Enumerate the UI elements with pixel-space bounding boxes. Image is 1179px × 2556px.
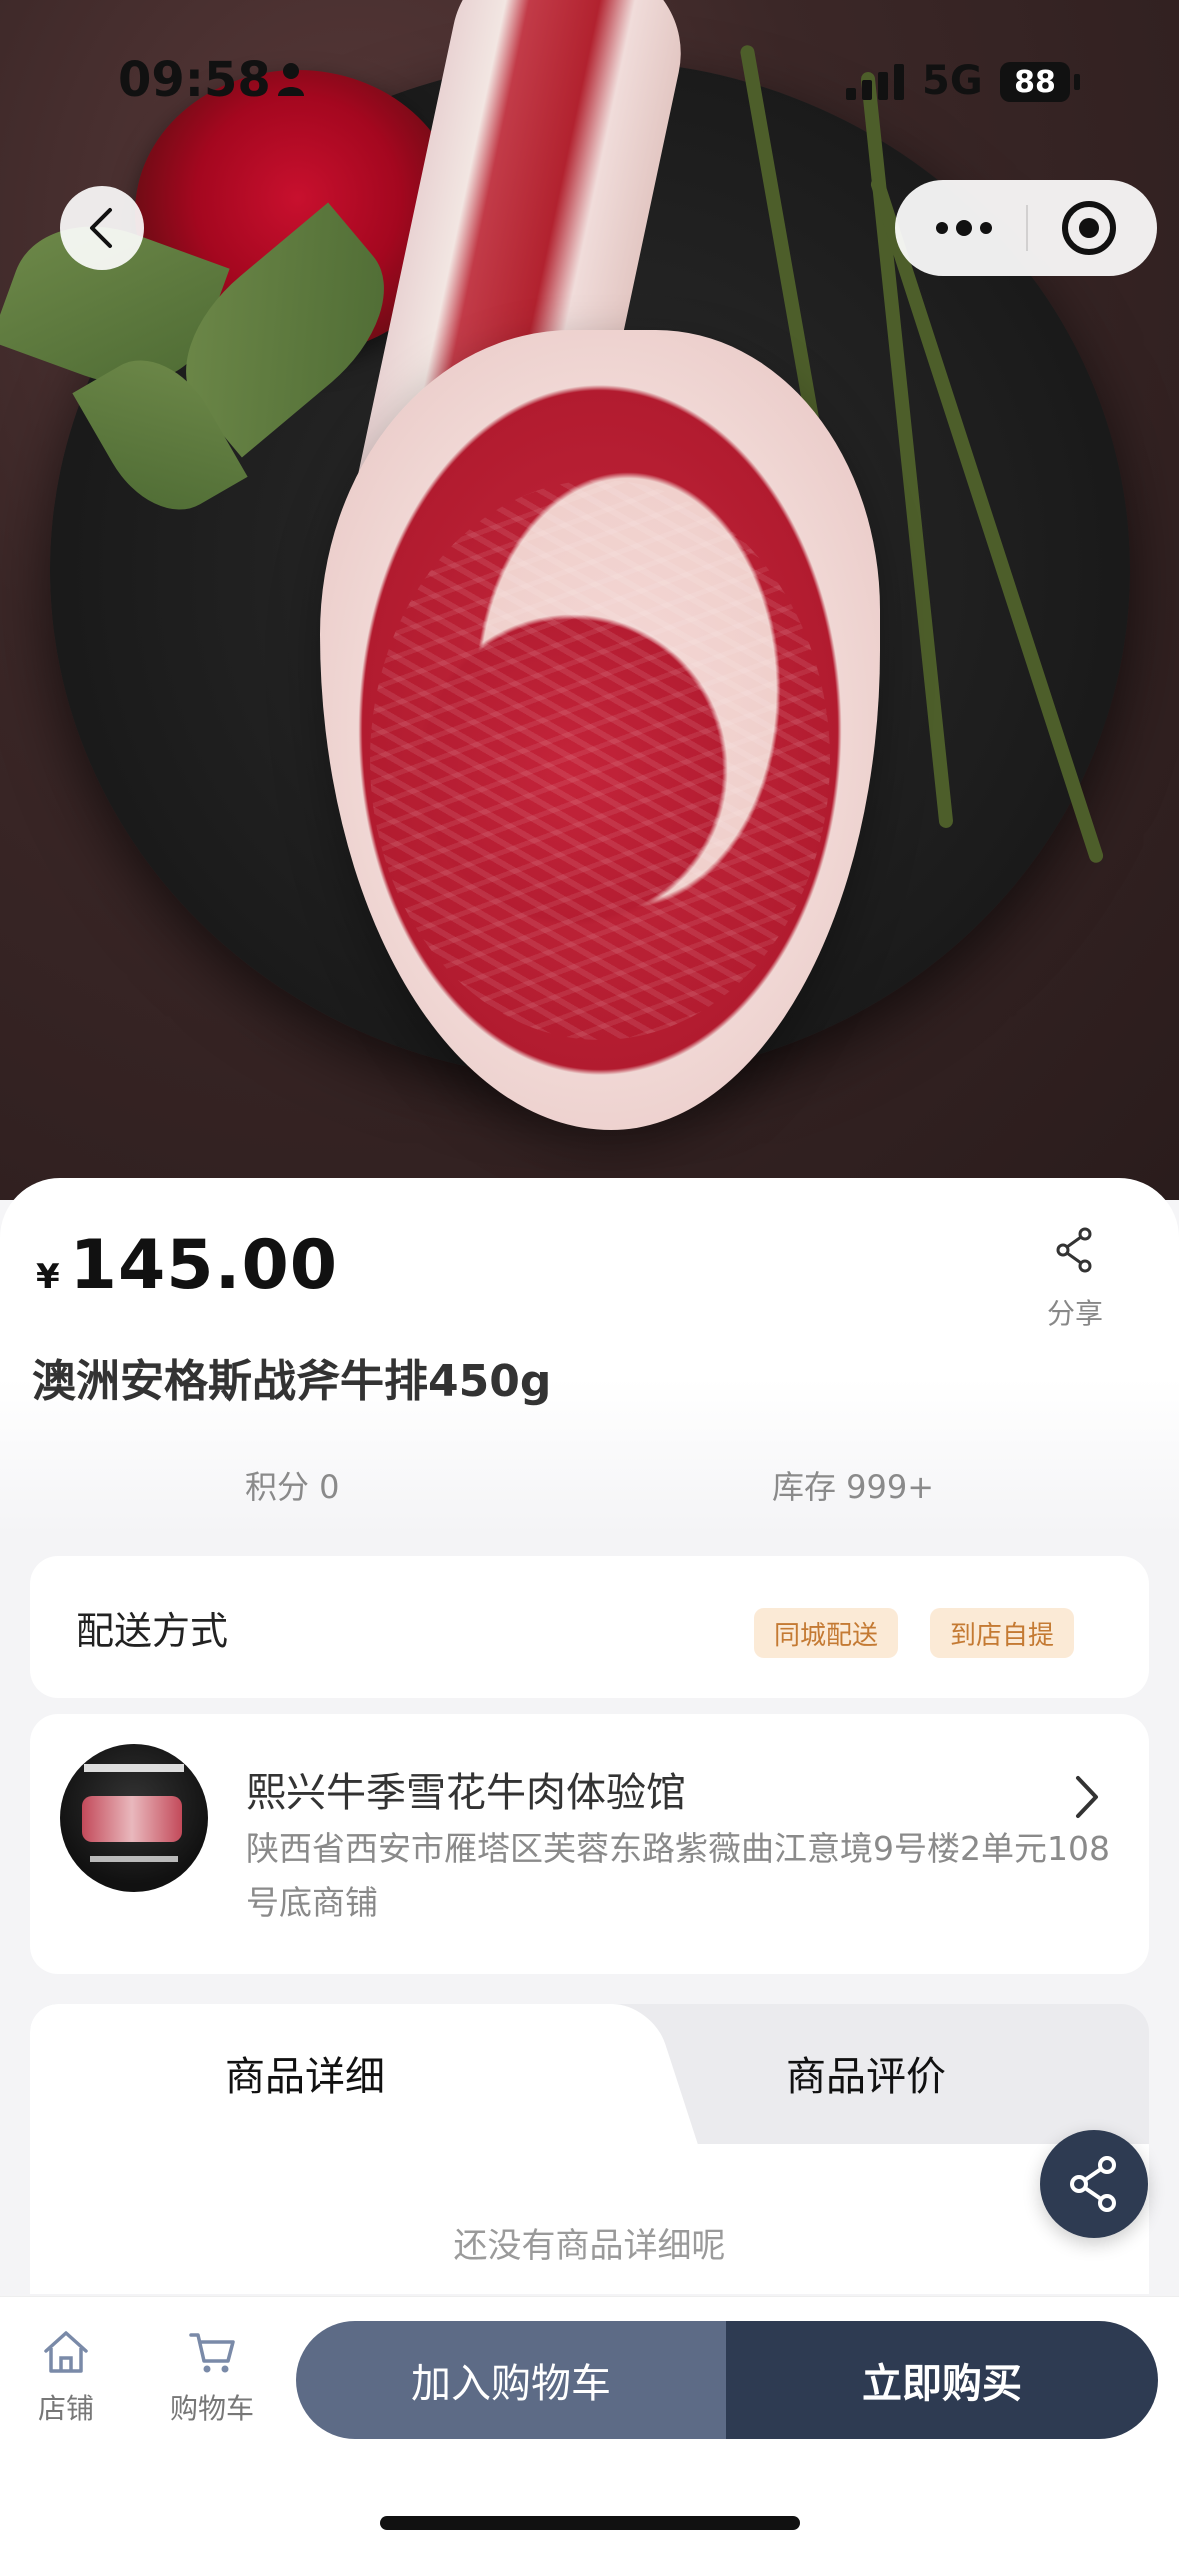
more-icon[interactable]: [936, 220, 992, 236]
home-icon: [44, 2331, 88, 2373]
product-title: 澳洲安格斯战斧牛排450g: [32, 1356, 552, 1407]
tab-reviews[interactable]: 商品评价: [786, 2044, 946, 2102]
dot: [956, 220, 972, 236]
chevron-left-icon: [90, 208, 112, 248]
cart-tab-label: 购物车: [170, 2392, 255, 2425]
points-text: 积分 0: [245, 1468, 340, 1506]
miniprogram-capsule: [895, 180, 1157, 276]
tab-details[interactable]: 商品详细: [225, 2044, 385, 2102]
cart-tab[interactable]: 购物车: [170, 2327, 254, 2427]
cart-icon: [189, 2333, 235, 2373]
price-amount: 145.00: [69, 1226, 339, 1305]
floating-share-button[interactable]: [1040, 2130, 1148, 2238]
home-indicator[interactable]: [380, 2516, 800, 2530]
purchase-buttons: 加入购物车 立即购买: [296, 2321, 1158, 2439]
store-card[interactable]: 熙兴牛季雪花牛肉体验馆 陕西省西安市雁塔区芙蓉东路紫薇曲江意境9号楼2单元108…: [30, 1714, 1149, 1974]
store-name: 熙兴牛季雪花牛肉体验馆: [246, 1770, 686, 1816]
price: ¥ 145.00: [36, 1226, 338, 1305]
store-tab-label: 店铺: [38, 2392, 95, 2425]
battery-level: 88: [1014, 64, 1056, 100]
delivery-label: 配送方式: [76, 1609, 229, 1653]
chevron-right-icon: [1076, 1776, 1098, 1818]
avatar-text-line: [90, 1856, 178, 1862]
close-miniprogram-icon[interactable]: [1062, 201, 1116, 255]
steak-marbling: [370, 480, 830, 1040]
battery-tip: [1074, 74, 1080, 90]
add-to-cart-button[interactable]: 加入购物车: [296, 2321, 726, 2439]
currency-symbol: ¥: [36, 1257, 60, 1297]
delivery-option-local[interactable]: 同城配送: [754, 1608, 899, 1658]
dot: [980, 222, 992, 234]
empty-detail-text: 还没有商品详细呢: [453, 2226, 726, 2266]
delivery-card[interactable]: 配送方式 同城配送 到店自提: [30, 1556, 1149, 1698]
avatar-meat: [82, 1796, 182, 1842]
store-tab[interactable]: 店铺: [38, 2327, 94, 2427]
signal-icon: [846, 64, 904, 100]
person-icon: [278, 63, 304, 96]
store-address: 陕西省西安市雁塔区芙蓉东路紫薇曲江意境9号楼2单元108号底商铺: [246, 1829, 1110, 1922]
status-time: 09:58: [118, 52, 271, 108]
status-bar: 09:58 5G 88: [0, 52, 1179, 122]
delivery-option-pickup[interactable]: 到店自提: [930, 1608, 1075, 1658]
share-label: 分享: [1046, 1297, 1103, 1330]
battery-icon: 88: [1000, 62, 1070, 102]
stock-text: 库存 999+: [772, 1468, 935, 1506]
share-icon: [1070, 2156, 1116, 2212]
network-type: 5G: [922, 58, 983, 104]
dot: [936, 222, 948, 234]
divider: [1026, 205, 1028, 251]
share-button[interactable]: 分享: [1040, 1226, 1110, 1332]
back-button[interactable]: [60, 186, 144, 270]
detail-tabs: 商品详细 商品评价: [30, 2004, 1149, 2144]
store-avatar: [60, 1744, 208, 1892]
avatar-text-line: [84, 1764, 184, 1772]
buy-now-button[interactable]: 立即购买: [726, 2321, 1158, 2439]
share-icon: [1056, 1227, 1092, 1273]
